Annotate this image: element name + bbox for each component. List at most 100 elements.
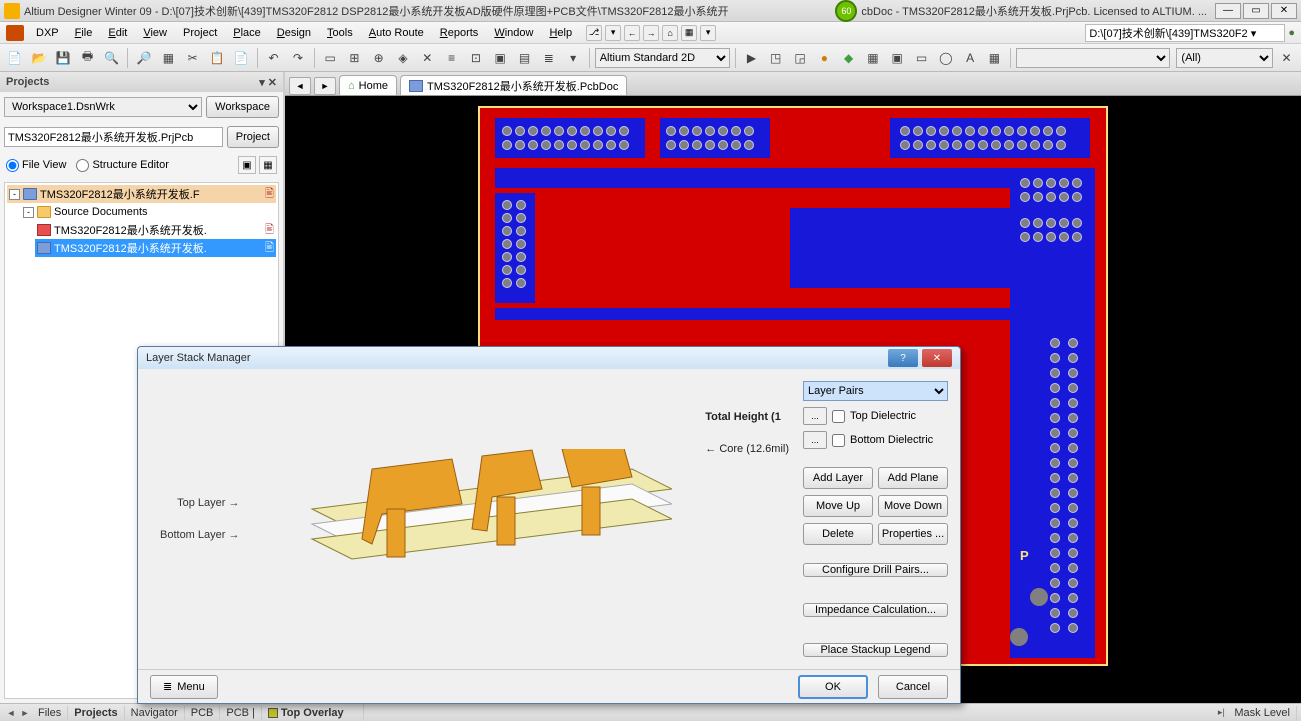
menu-place[interactable]: Place [225, 27, 269, 39]
clear-filter-icon[interactable]: ✕ [1276, 47, 1297, 69]
properties-button[interactable]: Properties ... [878, 523, 948, 545]
layer-pairs-select[interactable]: Layer Pairs [803, 381, 948, 401]
tab-scroll[interactable]: ▸| [1214, 707, 1228, 718]
project-input[interactable] [4, 127, 223, 147]
preview-icon[interactable]: 🔍 [101, 47, 122, 69]
tool-icon[interactable]: ◳ [765, 47, 786, 69]
home-tab[interactable]: ⌂ Home [339, 75, 397, 95]
bottom-tab[interactable]: Navigator [125, 706, 185, 720]
new-icon[interactable]: 📄 [4, 47, 25, 69]
bottom-tab[interactable]: Files [32, 706, 68, 720]
pcb-doc-tab[interactable]: TMS320F2812最小系统开发板.PcbDoc [400, 75, 627, 95]
tree-project-root[interactable]: - TMS320F2812最小系统开发板.F 🖹 [7, 185, 276, 203]
tool-icon[interactable]: ⊞ [344, 47, 365, 69]
dialog-close-button[interactable]: ✕ [922, 349, 952, 367]
structure-editor-radio[interactable]: Structure Editor [76, 159, 168, 172]
toolbar-icon[interactable]: ⌂ [662, 25, 678, 41]
move-up-button[interactable]: Move Up [803, 495, 873, 517]
tool-icon[interactable]: ▦ [158, 47, 179, 69]
filter-select[interactable]: (All) [1176, 48, 1273, 68]
layer-tab[interactable]: Top Overlay [262, 706, 364, 720]
dialog-titlebar[interactable]: Layer Stack Manager ? ✕ [138, 347, 960, 369]
dialog-help-button[interactable]: ? [888, 349, 918, 367]
menu-help[interactable]: Help [541, 27, 580, 39]
menu-design[interactable]: Design [269, 27, 319, 39]
menu-view[interactable]: View [135, 27, 175, 39]
panel-icon[interactable]: ▣ [238, 156, 256, 174]
project-button[interactable]: Project [227, 126, 279, 148]
tool-icon[interactable]: ▣ [887, 47, 908, 69]
tree-folder[interactable]: - Source Documents [21, 203, 276, 221]
path-input[interactable] [1085, 24, 1285, 42]
tab-scroll-left[interactable]: ◄ [4, 708, 18, 718]
workspace-button[interactable]: Workspace [206, 96, 279, 118]
menu-window[interactable]: Window [486, 27, 541, 39]
toolbar-icon[interactable]: ← [624, 25, 640, 41]
tree-doc-schematic[interactable]: TMS320F2812最小系统开发板. 🖹 [35, 221, 276, 239]
print-icon[interactable]: 🖶 [77, 47, 98, 69]
tool-icon[interactable]: ◈ [392, 47, 413, 69]
path-go-icon[interactable]: ● [1288, 27, 1295, 39]
minimize-button[interactable]: — [1215, 3, 1241, 19]
dxp-icon[interactable] [6, 25, 24, 41]
cut-icon[interactable]: ✂ [182, 47, 203, 69]
add-plane-button[interactable]: Add Plane [878, 467, 948, 489]
undo-icon[interactable]: ↶ [263, 47, 284, 69]
tool-icon[interactable]: ✕ [417, 47, 438, 69]
tool-icon[interactable]: ≣ [538, 47, 559, 69]
cancel-button[interactable]: Cancel [878, 675, 948, 699]
place-stackup-legend-button[interactable]: Place Stackup Legend [803, 643, 948, 657]
copy-icon[interactable]: 📋 [206, 47, 227, 69]
paste-icon[interactable]: 📄 [231, 47, 252, 69]
bottom-tab[interactable]: Projects [68, 706, 124, 720]
tool-icon[interactable]: ▦ [862, 47, 883, 69]
toolbar-icon[interactable]: ▾ [700, 25, 716, 41]
bottom-tab[interactable]: PCB | [220, 706, 262, 720]
menu-project[interactable]: Project [175, 27, 225, 39]
tool-icon[interactable]: ◆ [838, 47, 859, 69]
tool-icon[interactable]: ▦ [984, 47, 1005, 69]
tool-icon[interactable]: ● [814, 47, 835, 69]
workspace-select[interactable]: Workspace1.DsnWrk [4, 97, 202, 117]
dialog-menu-button[interactable]: ≣ Menu [150, 675, 218, 699]
add-layer-button[interactable]: Add Layer [803, 467, 873, 489]
toolbar-icon[interactable]: ▦ [681, 25, 697, 41]
tool-icon[interactable]: ◯ [935, 47, 956, 69]
tool-icon[interactable]: ◲ [789, 47, 810, 69]
menu-edit[interactable]: Edit [100, 27, 135, 39]
tool-icon[interactable]: ≡ [441, 47, 462, 69]
top-dielectric-checkbox[interactable] [832, 410, 845, 423]
close-window-button[interactable]: ✕ [1271, 3, 1297, 19]
tool-icon[interactable]: ▭ [319, 47, 340, 69]
tab-nav-back[interactable]: ◄ [289, 77, 311, 95]
maximize-button[interactable]: ▭ [1243, 3, 1269, 19]
toolbar-icon[interactable]: ⎇ [586, 25, 602, 41]
save-icon[interactable]: 💾 [53, 47, 74, 69]
tool-icon[interactable]: ▾ [562, 47, 583, 69]
tool-icon[interactable]: ⊕ [368, 47, 389, 69]
zoom-icon[interactable]: 🔎 [133, 47, 154, 69]
impedance-calc-button[interactable]: Impedance Calculation... [803, 603, 948, 617]
tool-icon[interactable]: ▶ [741, 47, 762, 69]
tool-icon[interactable]: ▭ [911, 47, 932, 69]
tool-icon[interactable]: ▣ [490, 47, 511, 69]
menu-reports[interactable]: Reports [432, 27, 487, 39]
tool-icon[interactable]: ▤ [514, 47, 535, 69]
dots-button[interactable]: ... [803, 431, 827, 449]
open-icon[interactable]: 📂 [28, 47, 49, 69]
bottom-tab[interactable]: PCB [185, 706, 221, 720]
mask-level-button[interactable]: Mask Level [1228, 706, 1297, 720]
move-down-button[interactable]: Move Down [878, 495, 948, 517]
tool-icon[interactable]: ⊡ [465, 47, 486, 69]
toolbar-icon[interactable]: ▾ [605, 25, 621, 41]
menu-file[interactable]: File [67, 27, 101, 39]
menu-dxp[interactable]: DXP [28, 27, 67, 39]
delete-button[interactable]: Delete [803, 523, 873, 545]
panel-icon[interactable]: ▦ [259, 156, 277, 174]
ok-button[interactable]: OK [798, 675, 868, 699]
panel-options-icon[interactable]: ▾ ✕ [259, 76, 277, 89]
tab-scroll-right[interactable]: ► [18, 708, 32, 718]
dots-button[interactable]: ... [803, 407, 827, 425]
tree-doc-pcb[interactable]: TMS320F2812最小系统开发板. 🖹 [35, 239, 276, 257]
redo-icon[interactable]: ↷ [287, 47, 308, 69]
